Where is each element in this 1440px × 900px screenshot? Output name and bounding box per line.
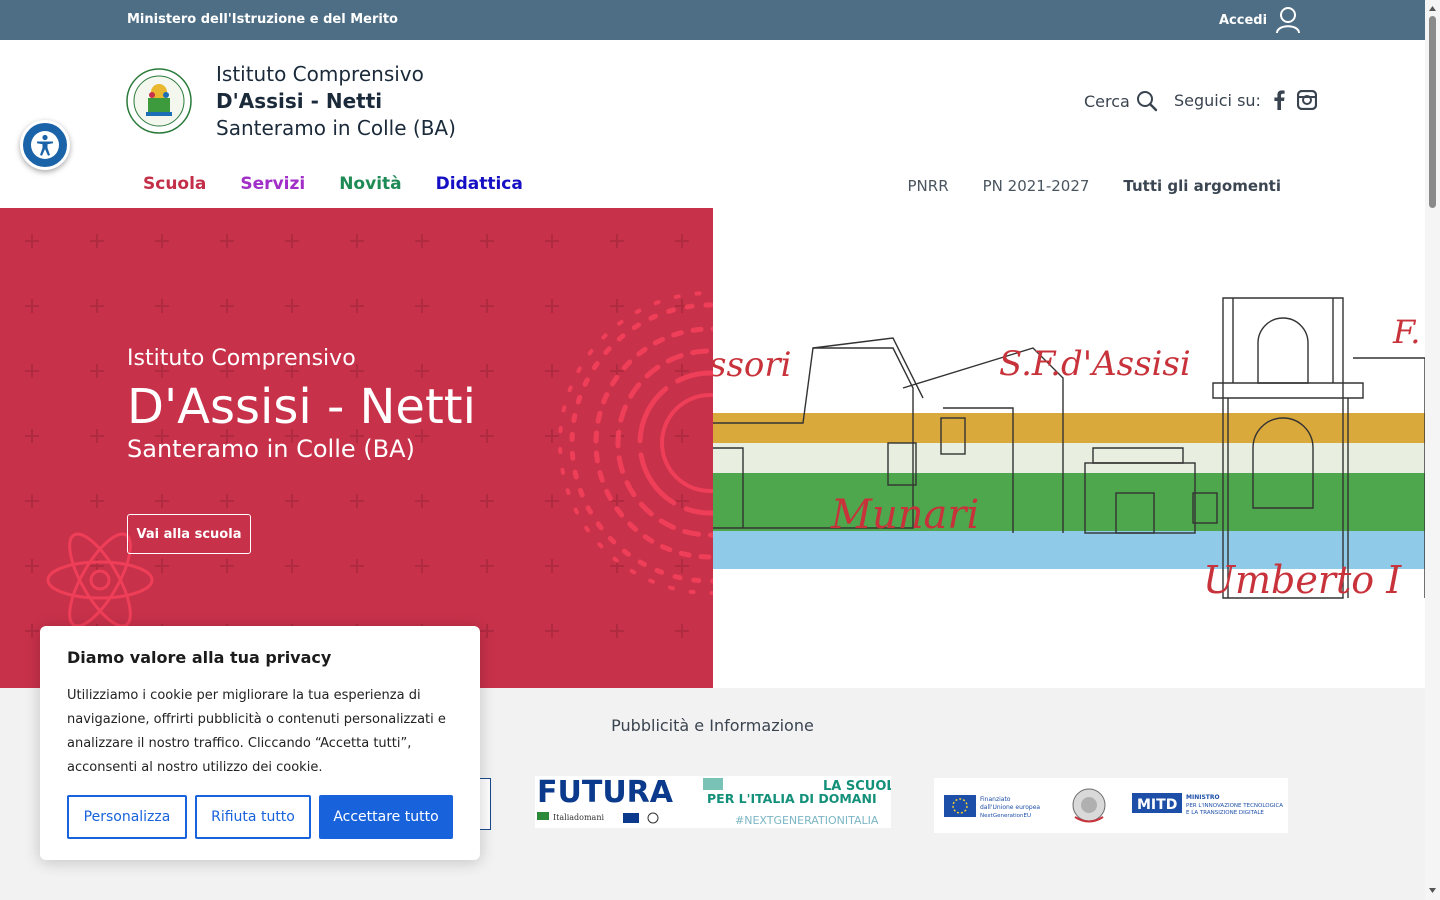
social-links: Seguici su: <box>1174 90 1317 110</box>
secondary-nav: PNRR PN 2021-2027 Tutti gli argomenti <box>908 177 1282 195</box>
accessibility-button[interactable] <box>20 120 70 170</box>
facebook-link[interactable] <box>1273 90 1285 110</box>
image-label-montessori: ssori <box>713 345 792 385</box>
search-label: Cerca <box>1084 91 1130 111</box>
nav-servizi[interactable]: Servizi <box>240 174 305 194</box>
ministry-link[interactable]: Ministero dell'Istruzione e del Merito <box>127 12 398 27</box>
hero-title: D'Assisi - Netti <box>127 379 476 435</box>
mitd-line3: E LA TRANSIZIONE DIGITALE <box>1186 810 1264 816</box>
school-buildings-illustration: ssori S.F.d'Assisi F. Munari Umberto I <box>713 297 1425 602</box>
nav-novita[interactable]: Novità <box>339 174 401 194</box>
instagram-link[interactable] <box>1296 90 1317 110</box>
image-label-sfdassisi: S.F.d'Assisi <box>999 344 1191 384</box>
login-label: Accedi <box>1219 12 1268 28</box>
image-label-umberto: Umberto I <box>1203 558 1402 602</box>
school-name-line3: Santeramo in Colle (BA) <box>216 116 456 140</box>
nav-didattica[interactable]: Didattica <box>436 174 523 194</box>
futura-hashtag: #NEXTGENERATIONITALIA <box>735 814 879 827</box>
scrollbar-thumb[interactable] <box>1429 16 1436 208</box>
nav-scuola[interactable]: Scuola <box>143 174 206 194</box>
login-button[interactable]: Accedi <box>1219 6 1301 34</box>
cookie-title: Diamo valore alla tua privacy <box>67 648 332 667</box>
futura-banner[interactable]: FUTURA LA SCUOLA PER L'ITALIA DI DOMANI … <box>535 775 905 828</box>
scroll-down-arrow-icon[interactable] <box>1425 885 1440 897</box>
go-to-school-button[interactable]: Vai alla scuola <box>127 514 251 554</box>
search-button[interactable]: Cerca <box>1084 90 1158 112</box>
hero-panel: Istituto Comprensivo D'Assisi - Netti Sa… <box>0 208 713 688</box>
scroll-up-arrow-icon[interactable] <box>1425 2 1440 14</box>
eu-mitd-banner[interactable]: Finanziato dall'Unione europea NextGener… <box>934 778 1288 833</box>
hero-subtitle: Istituto Comprensivo <box>127 346 356 371</box>
follow-label: Seguici su: <box>1174 90 1261 110</box>
school-name-line1: Istituto Comprensivo <box>216 62 424 86</box>
mitd-acronym: MITD <box>1137 797 1177 813</box>
image-label-munari: Munari <box>830 492 979 538</box>
accessibility-icon <box>31 131 59 159</box>
instagram-icon <box>1296 90 1317 110</box>
eu-line3: NextGenerationEU <box>980 813 1031 819</box>
page-scrollbar[interactable] <box>1425 0 1440 900</box>
accept-all-button[interactable]: Accettare tutto <box>319 795 453 839</box>
eu-line2: dall'Unione europea <box>980 804 1040 811</box>
school-name-line2: D'Assisi - Netti <box>216 89 383 113</box>
cookie-consent-dialog: Diamo valore alla tua privacy Utilizziam… <box>40 626 480 860</box>
hero-text: Istituto Comprensivo D'Assisi - Netti Sa… <box>127 346 476 463</box>
nav-pn-2021-2027[interactable]: PN 2021-2027 <box>983 177 1090 195</box>
nav-tutti-gli-argomenti[interactable]: Tutti gli argomenti <box>1123 177 1281 195</box>
search-icon <box>1136 91 1158 112</box>
facebook-icon <box>1274 90 1285 110</box>
futura-logo: FUTURA LA SCUOLA PER L'ITALIA DI DOMANI … <box>537 775 905 827</box>
eu-line1: Finanziato <box>980 796 1011 803</box>
hero-location: Santeramo in Colle (BA) <box>127 435 415 463</box>
nav-pnrr[interactable]: PNRR <box>908 177 949 195</box>
user-icon <box>1276 7 1301 34</box>
school-logo[interactable] <box>126 68 192 134</box>
image-label-f: F. <box>1392 313 1420 351</box>
customize-cookies-button[interactable]: Personalizza <box>67 795 187 839</box>
main-nav: Scuola Servizi Novità Didattica <box>143 174 557 194</box>
hero-image: ssori S.F.d'Assisi F. Munari Umberto I <box>713 208 1425 688</box>
eu-mitd-logo: Finanziato dall'Unione europea NextGener… <box>944 788 1283 823</box>
cookie-description: Utilizziamo i cookie per migliorare la t… <box>67 688 446 775</box>
school-name[interactable]: Istituto Comprensivo D'Assisi - Netti Sa… <box>216 61 456 142</box>
mitd-line1: MINISTRO <box>1186 794 1220 801</box>
futura-slogan-2: PER L'ITALIA DI DOMANI <box>707 791 877 806</box>
futura-word: FUTURA <box>537 776 674 810</box>
top-bar: Ministero dell'Istruzione e del Merito A… <box>0 0 1425 40</box>
reject-all-button[interactable]: Rifiuta tutto <box>195 795 311 839</box>
mitd-line2: PER L'INNOVAZIONE TECNOLOGICA <box>1186 803 1283 809</box>
site-header: Istituto Comprensivo D'Assisi - Netti Sa… <box>0 40 1425 208</box>
futura-brand: Italiadomani <box>553 813 604 822</box>
